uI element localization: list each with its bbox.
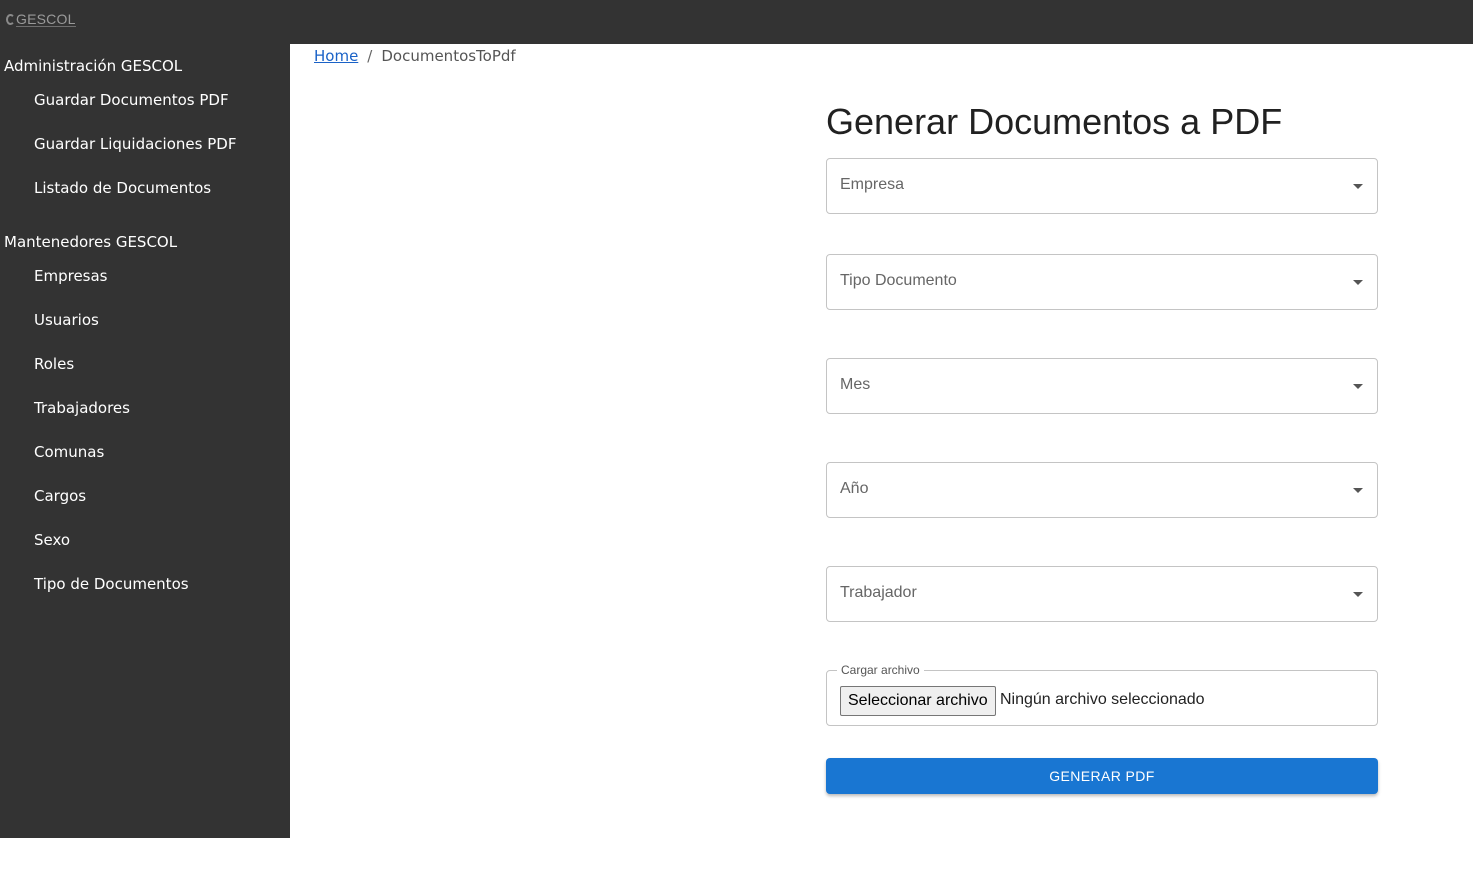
chevron-down-icon xyxy=(1353,592,1363,597)
mes-select-label: Mes xyxy=(840,376,871,393)
sidebar-item-guardar-documentos-pdf[interactable]: Guardar Documentos PDF xyxy=(34,91,229,109)
empresa-select[interactable]: Empresa xyxy=(826,158,1378,214)
file-upload-label: Cargar archivo xyxy=(837,663,924,677)
trabajador-select[interactable]: Trabajador xyxy=(826,566,1378,622)
chevron-down-icon xyxy=(1353,184,1363,189)
generate-pdf-button[interactable]: GENERAR PDF xyxy=(826,758,1378,794)
sidebar-item-guardar-liquidaciones-pdf[interactable]: Guardar Liquidaciones PDF xyxy=(34,135,236,153)
breadcrumb: Home / DocumentosToPdf xyxy=(314,47,516,65)
chevron-down-icon xyxy=(1353,384,1363,389)
file-upload-field: Cargar archivo Seleccionar archivo Ningú… xyxy=(826,663,1378,726)
tipo-documento-select-label: Tipo Documento xyxy=(840,272,957,289)
section-title-mantenedores: Mantenedores GESCOL xyxy=(4,233,178,251)
sidebar-item-comunas[interactable]: Comunas xyxy=(34,443,104,461)
sidebar-item-roles[interactable]: Roles xyxy=(34,355,74,373)
section-title-administracion: Administración GESCOL xyxy=(4,57,183,75)
anio-select-label: Año xyxy=(840,480,869,497)
page-title: Generar Documentos a PDF xyxy=(826,101,1283,142)
breadcrumb-home-link[interactable]: Home xyxy=(314,47,358,65)
select-file-button[interactable]: Seleccionar archivo xyxy=(840,686,996,716)
top-bar: GESCOL xyxy=(0,0,1473,44)
sidebar-item-empresas[interactable]: Empresas xyxy=(34,267,108,285)
tipo-documento-select[interactable]: Tipo Documento xyxy=(826,254,1378,310)
chevron-down-icon xyxy=(1353,280,1363,285)
sidebar: Administración GESCOL Guardar Documentos… xyxy=(0,44,290,838)
trabajador-select-label: Trabajador xyxy=(840,584,917,601)
logo-text: GESCOL xyxy=(16,10,76,27)
sidebar-item-usuarios[interactable]: Usuarios xyxy=(34,311,99,329)
app-logo[interactable]: GESCOL xyxy=(6,10,76,28)
sidebar-item-sexo[interactable]: Sexo xyxy=(34,531,70,549)
sidebar-item-tipo-documentos[interactable]: Tipo de Documentos xyxy=(34,575,189,593)
breadcrumb-separator: / xyxy=(367,47,373,65)
mes-select[interactable]: Mes xyxy=(826,358,1378,414)
sidebar-item-cargos[interactable]: Cargos xyxy=(34,487,86,505)
empresa-select-label: Empresa xyxy=(840,176,905,193)
logo-icon xyxy=(6,13,15,25)
sidebar-item-trabajadores[interactable]: Trabajadores xyxy=(34,399,130,417)
file-status-text: Ningún archivo seleccionado xyxy=(1000,691,1205,708)
breadcrumb-current: DocumentosToPdf xyxy=(381,47,516,65)
sidebar-item-listado-documentos[interactable]: Listado de Documentos xyxy=(34,179,211,197)
chevron-down-icon xyxy=(1353,488,1363,493)
anio-select[interactable]: Año xyxy=(826,462,1378,518)
